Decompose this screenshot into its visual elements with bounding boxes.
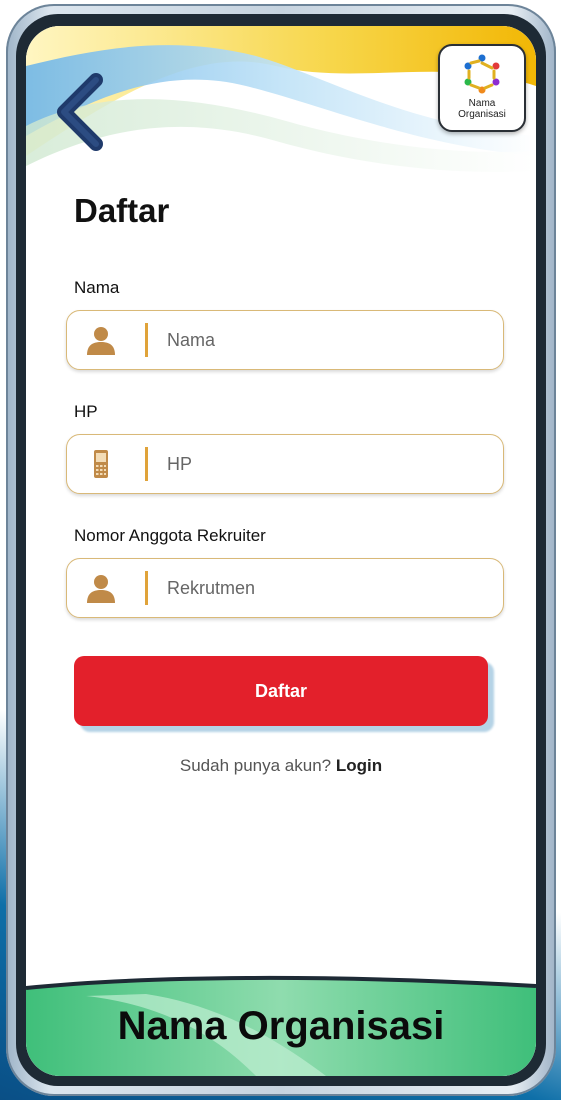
mobile-phone-icon — [94, 450, 108, 478]
field-separator — [145, 447, 148, 481]
name-field-label: Nama — [74, 278, 120, 297]
people-circle-logo-icon — [464, 54, 500, 94]
person-icon — [87, 575, 115, 603]
chevron-left-icon — [57, 73, 103, 151]
recruiter-field-label: Nomor Anggota Rekruiter — [74, 526, 266, 545]
logo-caption: Nama Organisasi — [458, 98, 506, 120]
login-prompt: Sudah punya akun? Login — [26, 756, 536, 776]
footer-org-name: Nama Organisasi — [117, 1004, 445, 1048]
field-separator — [145, 571, 148, 605]
recruiter-field[interactable] — [66, 558, 504, 618]
page-title: Daftar — [74, 192, 170, 229]
organization-logo: Nama Organisasi — [438, 44, 526, 132]
app-screen: Nama Organisasi Daftar Nama HP — [26, 26, 536, 1076]
phone-field[interactable] — [66, 434, 504, 494]
name-input[interactable] — [165, 321, 489, 359]
login-link[interactable]: Login — [336, 756, 382, 775]
phone-input[interactable] — [165, 445, 489, 483]
phone-field-label: HP — [74, 402, 98, 421]
recruiter-input[interactable] — [165, 569, 489, 607]
logo-caption-line1: Nama — [468, 98, 496, 109]
person-icon — [87, 327, 115, 355]
logo-caption-line2: Organisasi — [458, 109, 506, 120]
field-separator — [145, 323, 148, 357]
login-prompt-text: Sudah punya akun? — [179, 756, 332, 775]
register-button[interactable]: Daftar — [74, 656, 488, 726]
back-button[interactable] — [52, 72, 108, 152]
name-field[interactable] — [66, 310, 504, 370]
